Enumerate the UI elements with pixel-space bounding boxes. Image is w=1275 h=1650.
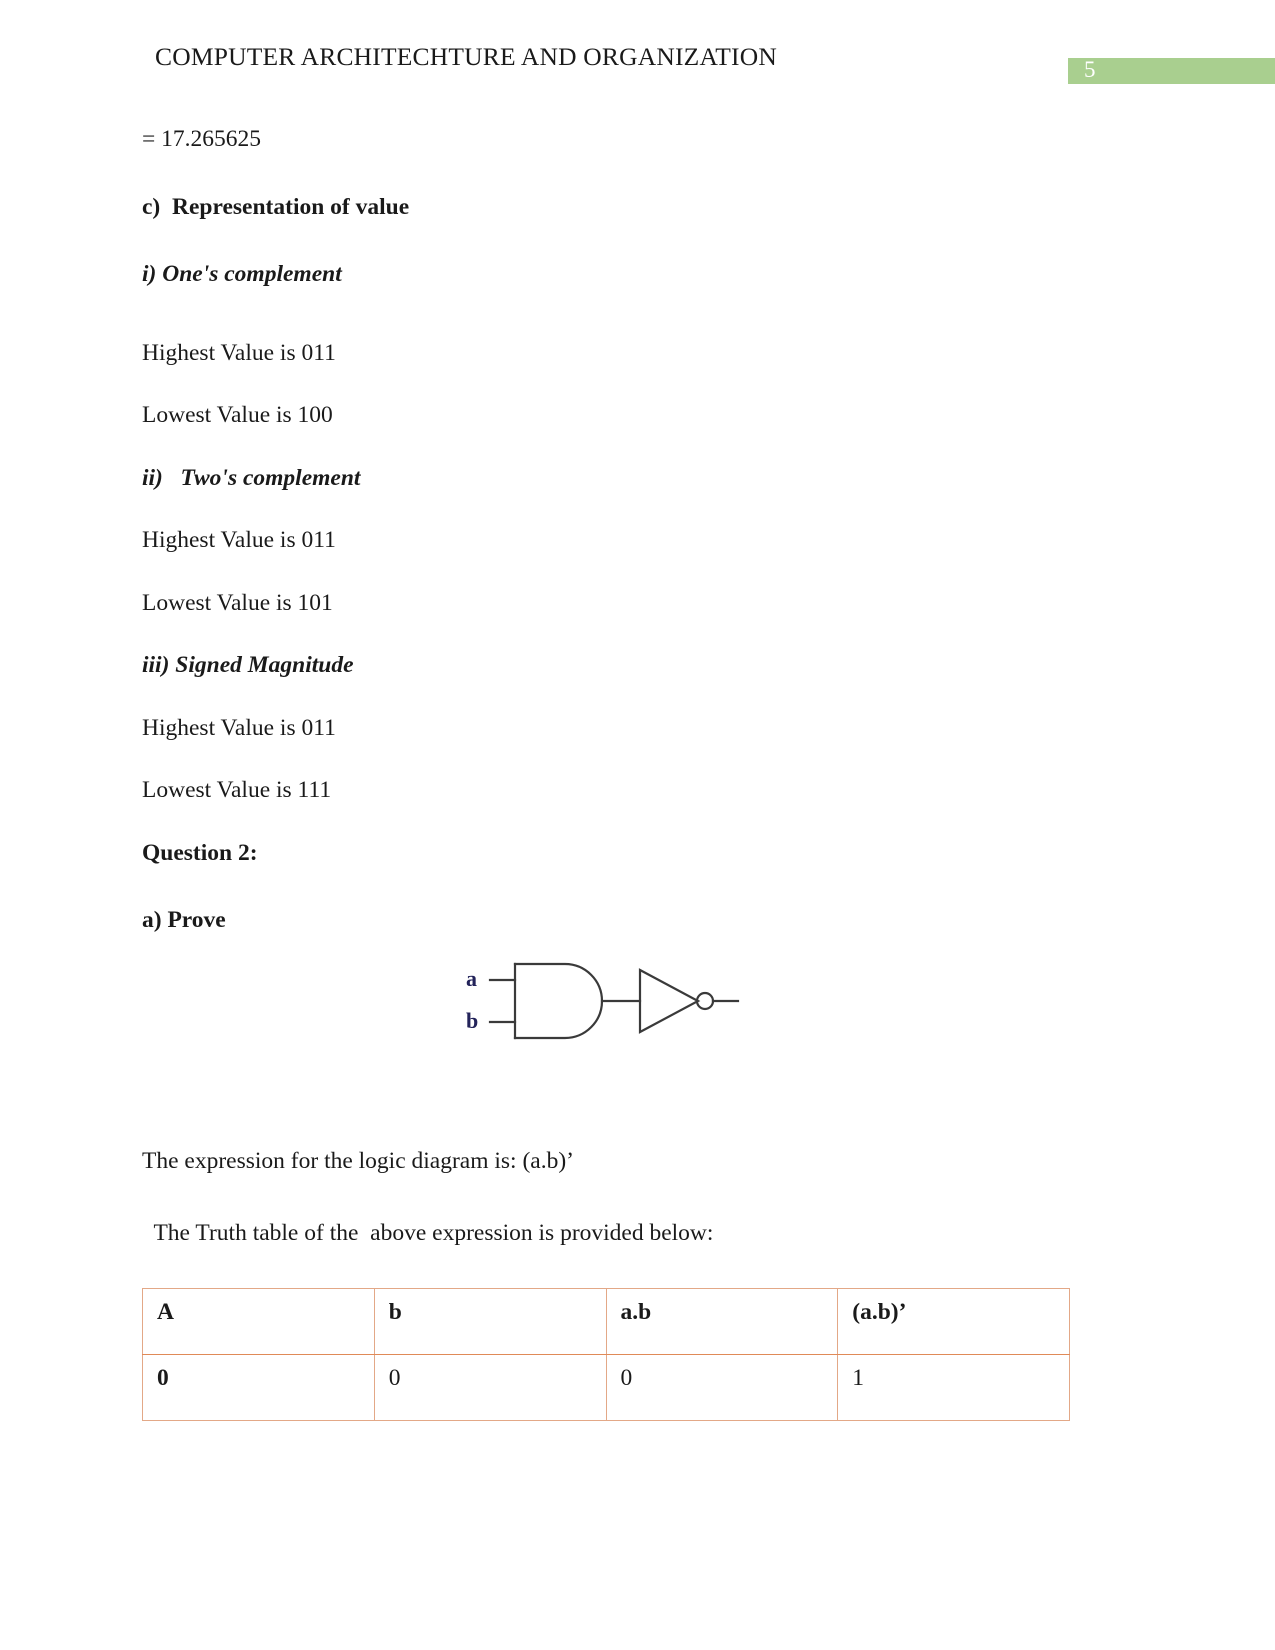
table-header-ab-not: (a.b)’ — [837, 1288, 1070, 1355]
page-number: 5 — [1084, 57, 1096, 82]
table-header-row: A b a.b (a.b)’ — [142, 1288, 1070, 1355]
signed-magnitude-highest: Highest Value is 011 — [142, 714, 336, 741]
table-cell-a: 0 — [142, 1354, 375, 1421]
ones-complement-highest: Highest Value is 011 — [142, 339, 336, 366]
result-line: = 17.265625 — [142, 126, 262, 152]
table-cell-ab: 0 — [605, 1354, 839, 1421]
page-header: COMPUTER ARCHITECHTURE AND ORGANIZATION … — [0, 42, 1275, 84]
subsection-heading-twos-complement: ii) Two's complement — [142, 464, 361, 491]
section-heading-c: c) Representation of value — [142, 193, 410, 220]
and-gate-body — [513, 962, 604, 1040]
truth-table-intro: The Truth table of the above expression … — [148, 1219, 714, 1246]
signed-magnitude-lowest: Lowest Value is 111 — [142, 777, 332, 803]
document-body-tail: The expression for the logic diagram is:… — [142, 1148, 1082, 1246]
expression-line: The expression for the logic diagram is:… — [142, 1148, 574, 1174]
question-2-heading: Question 2: — [142, 839, 258, 866]
input-label-a: a — [466, 966, 477, 991]
part-a-prove: a) Prove — [142, 907, 226, 933]
table-header-ab: a.b — [605, 1288, 839, 1355]
document-header-title: COMPUTER ARCHITECHTURE AND ORGANIZATION — [155, 42, 777, 71]
truth-table-container: A b a.b (a.b)’ 0 0 0 1 — [142, 1288, 1070, 1421]
twos-complement-highest: Highest Value is 011 — [142, 527, 336, 553]
document-page: COMPUTER ARCHITECHTURE AND ORGANIZATION … — [0, 0, 1275, 1650]
subsection-heading-signed-magnitude: iii) Signed Magnitude — [142, 652, 354, 678]
table-header-a: A — [142, 1288, 375, 1355]
twos-complement-lowest: Lowest Value is 101 — [142, 589, 333, 616]
and-not-gate-schematic — [488, 962, 740, 1040]
table-row: 0 0 0 1 — [142, 1354, 1070, 1421]
not-gate-triangle — [638, 968, 701, 1034]
logic-gate-diagram: a b — [455, 960, 755, 1070]
ones-complement-lowest: Lowest Value is 100 — [142, 402, 333, 428]
table-cell-b: 0 — [373, 1354, 607, 1421]
truth-table: A b a.b (a.b)’ 0 0 0 1 — [142, 1288, 1070, 1421]
subsection-heading-ones-complement: i) One's complement — [142, 261, 342, 287]
page-number-badge: 5 — [1068, 57, 1275, 84]
document-body: = 17.265625 c) Representation of value i… — [142, 126, 1082, 933]
table-cell-ab-not: 1 — [837, 1354, 1070, 1421]
input-label-b: b — [466, 1008, 479, 1033]
table-header-b: b — [373, 1288, 607, 1355]
